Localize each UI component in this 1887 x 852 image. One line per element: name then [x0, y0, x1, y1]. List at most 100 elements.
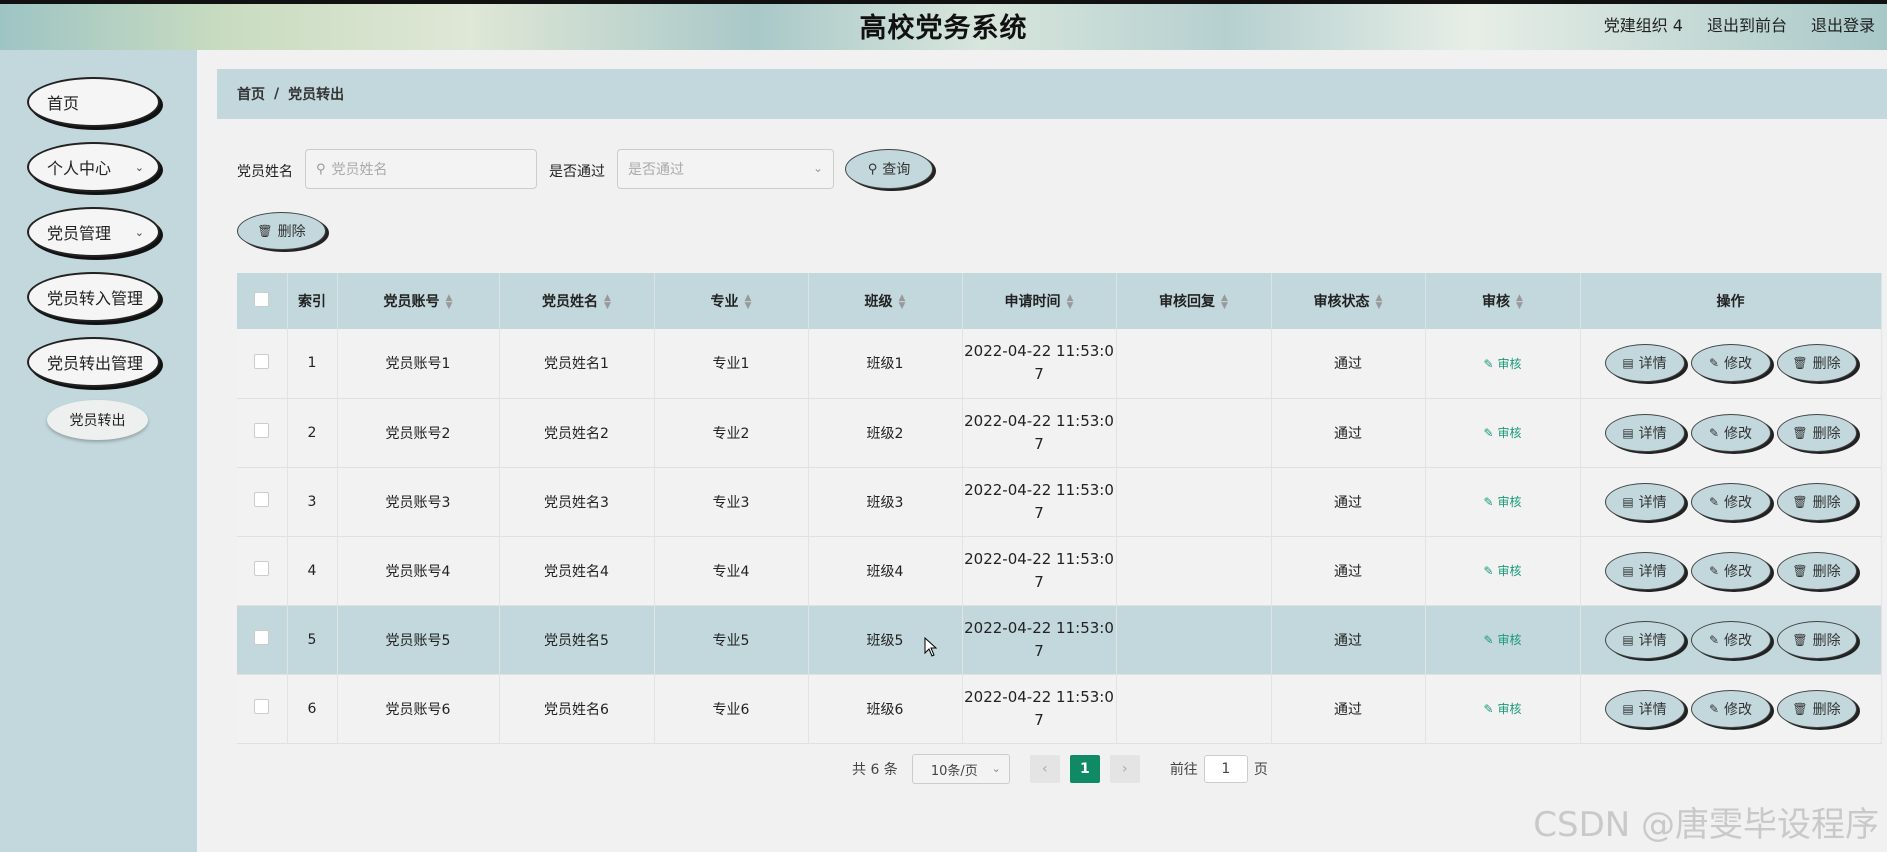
sidebar-item-transfer-out-management[interactable]: 党员转出管理 — [27, 337, 160, 387]
table-row[interactable]: 4 党员账号4 党员姓名4 专业4 班级4 2022-04-22 11:53:0 7 通过 ✎ … — [237, 536, 1882, 606]
header-class[interactable]: 班级 ▲ ▼ — [808, 273, 963, 329]
query-button[interactable]: ⚲ 查询 — [845, 149, 933, 189]
cell-audit-status: 通过 — [1271, 605, 1426, 675]
document-icon: ▤ — [1622, 563, 1634, 578]
audit-link[interactable]: ✎ 审核 — [1484, 633, 1522, 647]
edit-button[interactable]: ✎ 修改 — [1690, 344, 1771, 383]
batch-delete-button[interactable]: 🗑 删除 — [237, 212, 326, 250]
sidebar-item-personal-center[interactable]: 个人中心 ⌄ — [27, 142, 160, 192]
edit-button[interactable]: ✎ 修改 — [1690, 413, 1771, 452]
sort-icon[interactable]: ▲ ▼ — [1221, 294, 1228, 311]
sort-icon[interactable]: ▲ ▼ — [745, 294, 752, 311]
detail-button[interactable]: ▤ 详情 — [1604, 413, 1685, 452]
cell-audit-status: 通过 — [1271, 467, 1426, 537]
edit-icon: ✎ — [1708, 701, 1720, 716]
detail-button[interactable]: ▤ 详情 — [1604, 689, 1685, 728]
sidebar-subitem-transfer-out[interactable]: 党员转出 — [47, 400, 148, 440]
delete-button[interactable]: 🗑 删除 — [1776, 344, 1857, 383]
page-size-select[interactable]: 10条/页 ⌄ — [911, 754, 1010, 784]
table-row[interactable]: 2 党员账号2 党员姓名2 专业2 班级2 2022-04-22 11:53:0 7 通过 ✎ … — [237, 398, 1882, 468]
cell-actions: ▤ 详情 ✎ 修改 🗑 删除 — [1580, 605, 1882, 675]
org-user-link[interactable]: 党建组织 4 — [1604, 12, 1683, 36]
sidebar-item-label: 首页 — [47, 94, 80, 113]
detail-button[interactable]: ▤ 详情 — [1604, 551, 1685, 590]
row-select-cell[interactable] — [237, 536, 288, 606]
sort-icon[interactable]: ▲ ▼ — [1376, 294, 1383, 311]
sort-icon[interactable]: ▲ ▼ — [1067, 294, 1074, 311]
document-icon: ▤ — [1622, 356, 1634, 371]
logout-link[interactable]: 退出登录 — [1811, 12, 1875, 36]
row-checkbox[interactable] — [254, 630, 270, 645]
row-select-cell[interactable] — [237, 329, 288, 399]
delete-button[interactable]: 🗑 删除 — [1776, 620, 1857, 659]
delete-button[interactable]: 🗑 删除 — [1776, 689, 1857, 728]
goto-page-input[interactable]: 1 — [1203, 755, 1248, 783]
row-select-cell[interactable] — [237, 467, 288, 537]
select-all-checkbox[interactable] — [254, 291, 270, 307]
sort-icon[interactable]: ▲ ▼ — [1516, 294, 1523, 311]
cell-audit-reply — [1116, 398, 1272, 468]
detail-button[interactable]: ▤ 详情 — [1604, 482, 1685, 521]
row-select-cell[interactable] — [237, 605, 288, 675]
detail-button[interactable]: ▤ 详情 — [1604, 620, 1685, 659]
delete-button[interactable]: 🗑 删除 — [1776, 413, 1857, 452]
row-checkbox[interactable] — [254, 492, 270, 507]
header-audit[interactable]: 审核 ▲ ▼ — [1425, 273, 1581, 329]
member-name-input[interactable]: ⚲ 党员姓名 — [305, 149, 537, 189]
edit-button[interactable]: ✎ 修改 — [1690, 689, 1771, 728]
cell-actions: ▤ 详情 ✎ 修改 🗑 删除 — [1580, 674, 1882, 744]
trash-icon: 🗑 — [1792, 632, 1808, 647]
sidebar-item-home[interactable]: 首页 — [27, 77, 160, 127]
row-select-cell[interactable] — [237, 398, 288, 468]
audit-link[interactable]: ✎ 审核 — [1484, 702, 1522, 716]
sort-icon[interactable]: ▲ ▼ — [604, 294, 611, 311]
cell-audit: ✎ 审核 — [1425, 605, 1581, 675]
cell-class: 班级6 — [808, 674, 963, 744]
header-audit-reply[interactable]: 审核回复 ▲ ▼ — [1116, 273, 1272, 329]
sort-icon[interactable]: ▲ ▼ — [446, 294, 453, 311]
audit-link[interactable]: ✎ 审核 — [1484, 426, 1522, 440]
sidebar-item-member-management[interactable]: 党员管理 ⌄ — [27, 207, 160, 257]
sidebar-item-transfer-in-management[interactable]: 党员转入管理 — [27, 272, 160, 322]
audit-link[interactable]: ✎ 审核 — [1484, 564, 1522, 578]
document-icon: ▤ — [1622, 425, 1634, 440]
audit-link[interactable]: ✎ 审核 — [1484, 357, 1522, 371]
row-select-cell[interactable] — [237, 674, 288, 744]
table-row[interactable]: 5 党员账号5 党员姓名5 专业5 班级5 2022-04-22 11:53:0 7 通过 ✎ … — [237, 605, 1882, 675]
cell-actions: ▤ 详情 ✎ 修改 🗑 删除 — [1580, 398, 1882, 468]
delete-button[interactable]: 🗑 删除 — [1776, 482, 1857, 521]
row-checkbox[interactable] — [254, 353, 270, 369]
back-to-frontend-link[interactable]: 退出到前台 — [1707, 12, 1787, 36]
header-audit-status[interactable]: 审核状态 ▲ ▼ — [1271, 273, 1426, 329]
breadcrumb-home[interactable]: 首页 — [237, 84, 265, 104]
page-number-1[interactable]: 1 — [1069, 755, 1100, 783]
table-row[interactable]: 1 党员账号1 党员姓名1 专业1 班级1 2022-04-22 11:53:0 7 通过 ✎ … — [237, 329, 1882, 399]
row-checkbox[interactable] — [254, 561, 270, 576]
select-all-cell[interactable] — [237, 273, 288, 329]
detail-button[interactable]: ▤ 详情 — [1604, 344, 1685, 383]
cell-audit-reply — [1116, 467, 1272, 537]
edit-button[interactable]: ✎ 修改 — [1690, 620, 1771, 659]
pass-status-select[interactable]: 是否通过 ⌄ — [617, 149, 834, 189]
next-page-button[interactable]: › — [1109, 755, 1140, 783]
header-apply-time[interactable]: 申请时间 ▲ ▼ — [962, 273, 1117, 329]
edit-button[interactable]: ✎ 修改 — [1690, 482, 1771, 521]
cell-name: 党员姓名6 — [499, 674, 655, 744]
cell-actions: ▤ 详情 ✎ 修改 🗑 删除 — [1580, 329, 1882, 399]
edit-button[interactable]: ✎ 修改 — [1690, 551, 1771, 590]
cell-account: 党员账号4 — [337, 536, 500, 606]
search-bar: 党员姓名 ⚲ 党员姓名 是否通过 是否通过 ⌄ ⚲ 查询 — [237, 149, 1637, 189]
delete-button[interactable]: 🗑 删除 — [1776, 551, 1857, 590]
row-checkbox[interactable] — [254, 423, 270, 438]
header-major[interactable]: 专业 ▲ ▼ — [654, 273, 809, 329]
row-checkbox[interactable] — [254, 699, 270, 714]
sidebar-item-label: 党员转出管理 — [47, 354, 144, 373]
table-row[interactable]: 3 党员账号3 党员姓名3 专业3 班级3 2022-04-22 11:53:0 7 通过 ✎ … — [237, 467, 1882, 537]
cell-actions: ▤ 详情 ✎ 修改 🗑 删除 — [1580, 467, 1882, 537]
audit-link[interactable]: ✎ 审核 — [1484, 495, 1522, 509]
table-row[interactable]: 6 党员账号6 党员姓名6 专业6 班级6 2022-04-22 11:53:0 7 通过 ✎ … — [237, 674, 1882, 744]
sort-icon[interactable]: ▲ ▼ — [899, 294, 906, 311]
header-name[interactable]: 党员姓名 ▲ ▼ — [499, 273, 655, 329]
header-account[interactable]: 党员账号 ▲ ▼ — [337, 273, 500, 329]
prev-page-button[interactable]: ‹ — [1029, 755, 1060, 783]
